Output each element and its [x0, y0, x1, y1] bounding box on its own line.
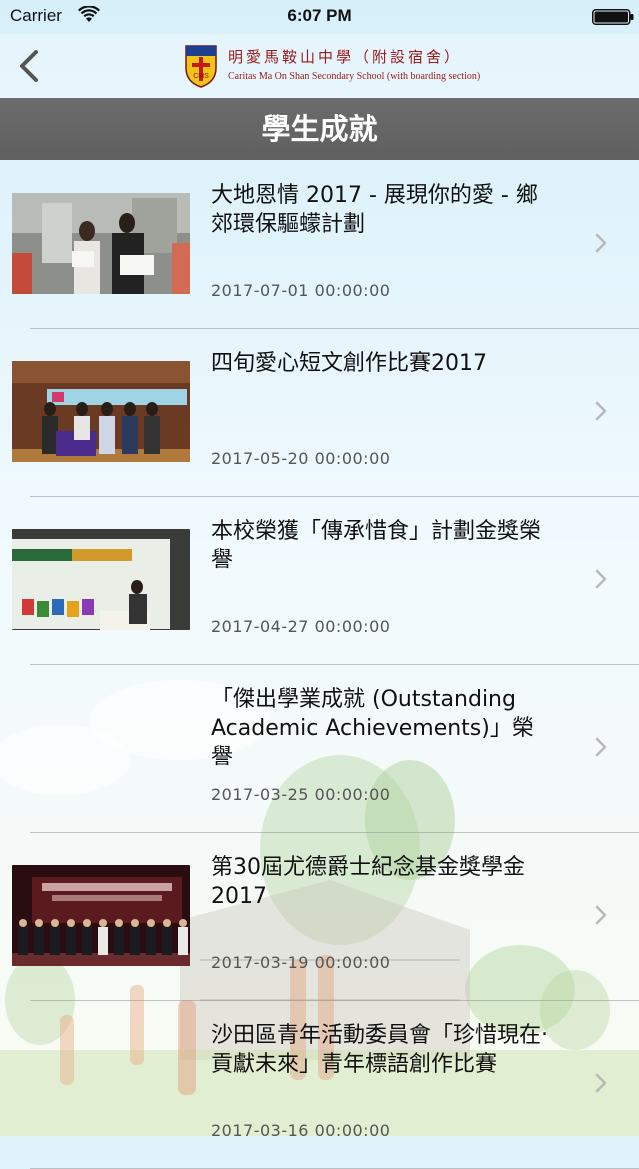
- item-title: 沙田區青年活動委員會「珍惜現在‧貢獻未來」青年標語創作比賽: [211, 1023, 548, 1077]
- list-item[interactable]: 本校榮獲「傳承惜食」計劃金獎榮譽 2017-04-27 00:00:00: [0, 497, 639, 665]
- achievement-list: 大地恩情 2017 - 展現你的愛 - 鄉郊環保驅蠓計劃 2017-07-01 …: [0, 161, 639, 1169]
- item-title: 大地恩情 2017 - 展現你的愛 - 鄉郊環保驅蠓計劃: [211, 183, 538, 237]
- award-photo: [12, 529, 190, 630]
- school-name-english: Caritas Ma On Shan Secondary School (wit…: [228, 71, 481, 82]
- item-title: 四旬愛心短文創作比賽2017: [211, 351, 487, 376]
- item-date: 2017-05-20 00:00:00: [211, 449, 391, 468]
- list-item[interactable]: 「傑出學業成就 (Outstanding Academic Achievemen…: [0, 665, 639, 833]
- item-date: 2017-04-27 00:00:00: [211, 617, 391, 636]
- award-photo: [12, 865, 190, 966]
- item-title: 「傑出學業成就 (Outstanding Academic Achievemen…: [211, 687, 534, 770]
- item-date: 2017-03-16 00:00:00: [211, 1121, 391, 1140]
- list-item[interactable]: 第30屆尤德爵士紀念基金獎學金2017 2017-03-19 00:00:00: [0, 833, 639, 1001]
- chevron-right-icon: [595, 737, 607, 757]
- item-thumbnail: [12, 529, 190, 630]
- list-item[interactable]: 沙田區青年活動委員會「珍惜現在‧貢獻未來」青年標語創作比賽 2017-03-16…: [0, 1001, 639, 1169]
- school-name-chinese: 明愛馬鞍山中學（附設宿舍）: [228, 48, 463, 66]
- chevron-right-icon: [595, 401, 607, 421]
- award-photo: [12, 193, 190, 294]
- status-bar: Carrier 6:07 PM: [0, 0, 639, 34]
- item-date: 2017-07-01 00:00:00: [211, 281, 391, 300]
- list-item[interactable]: 四旬愛心短文創作比賽2017 2017-05-20 00:00:00: [0, 329, 639, 497]
- back-button[interactable]: [14, 48, 46, 84]
- chevron-right-icon: [595, 1073, 607, 1093]
- item-thumbnail: [12, 865, 190, 966]
- award-photo: [12, 361, 190, 462]
- chevron-left-icon: [20, 50, 38, 82]
- list-item[interactable]: 大地恩情 2017 - 展現你的愛 - 鄉郊環保驅蠓計劃 2017-07-01 …: [0, 161, 639, 329]
- item-thumbnail: [12, 193, 190, 294]
- school-crest-icon: CMS: [185, 45, 217, 88]
- crest-text: CMS: [193, 73, 209, 80]
- page-title: 學生成就: [0, 98, 639, 160]
- item-title: 第30屆尤德爵士紀念基金獎學金2017: [211, 855, 525, 909]
- chevron-right-icon: [595, 569, 607, 589]
- item-thumbnail: [12, 361, 190, 462]
- status-time: 6:07 PM: [287, 6, 352, 25]
- battery-icon: [592, 9, 634, 25]
- chevron-right-icon: [595, 233, 607, 253]
- chevron-right-icon: [595, 905, 607, 925]
- school-logo-header: CMS 明愛馬鞍山中學（附設宿舍） Caritas Ma On Shan Sec…: [184, 44, 484, 88]
- item-title: 本校榮獲「傳承惜食」計劃金獎榮譽: [211, 519, 542, 573]
- item-date: 2017-03-19 00:00:00: [211, 953, 391, 972]
- item-date: 2017-03-25 00:00:00: [211, 785, 391, 804]
- navigation-bar: CMS 明愛馬鞍山中學（附設宿舍） Caritas Ma On Shan Sec…: [0, 34, 639, 98]
